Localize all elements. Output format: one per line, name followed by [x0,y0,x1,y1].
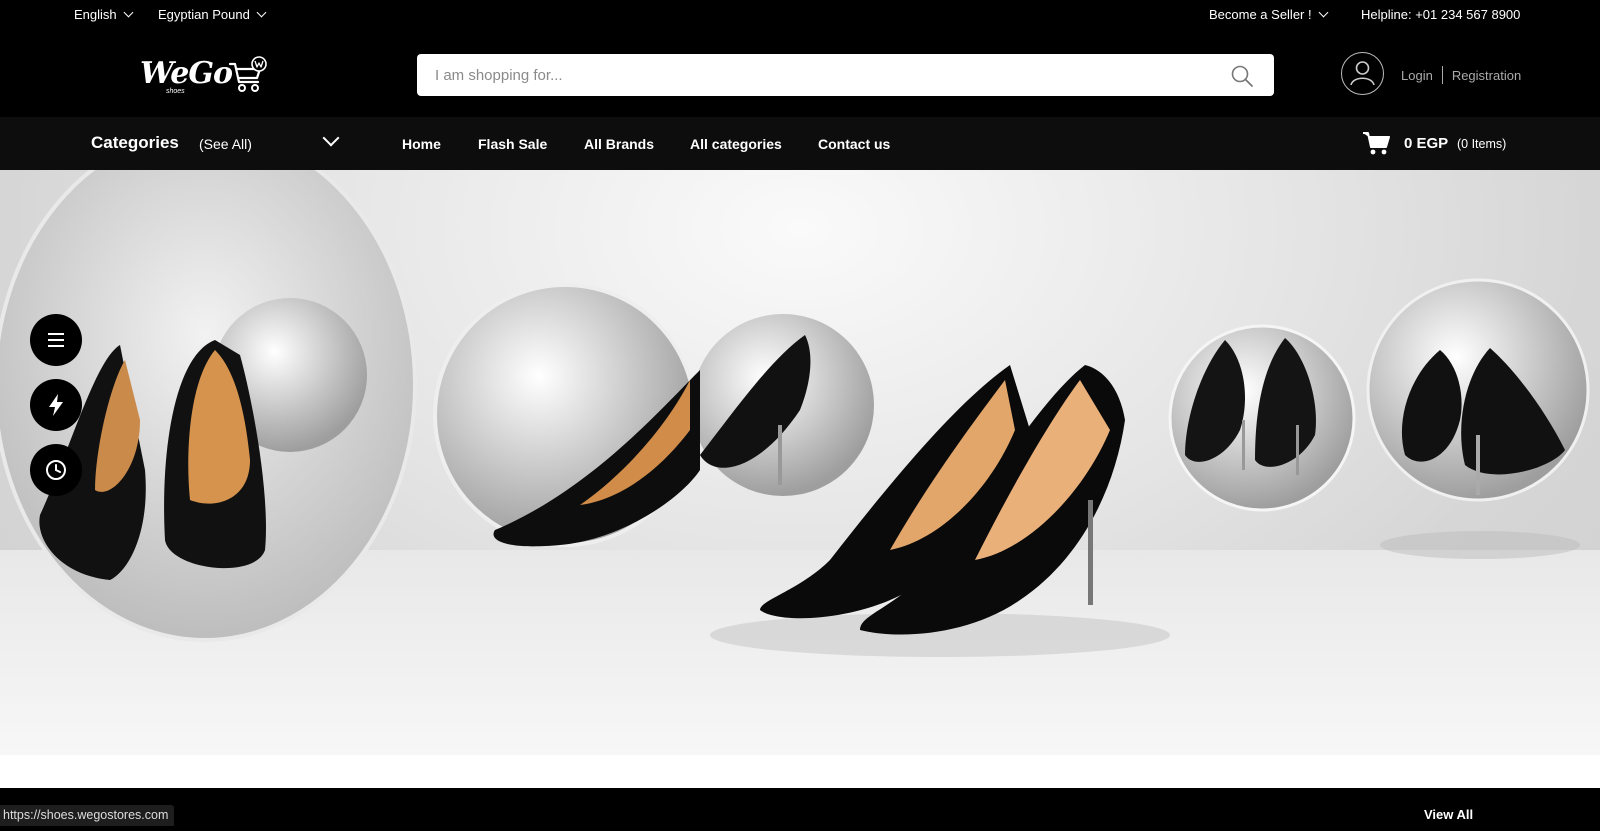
currency-selector[interactable]: Egyptian Pound [158,7,267,22]
auth-links: Login Registration [1401,66,1521,84]
menu-icon [48,333,64,347]
divider [1441,66,1443,84]
section-header: View All [0,788,1600,831]
nav-link-contact-us[interactable]: Contact us [818,136,890,152]
clock-icon [46,460,66,480]
hero-banner[interactable] [0,170,1600,755]
site-logo[interactable]: WeGo shoes [140,50,270,100]
nav-link-flash-sale[interactable]: Flash Sale [478,136,547,152]
nav-link-home[interactable]: Home [402,136,441,152]
user-icon[interactable] [1341,52,1384,95]
categories-chevron-icon[interactable] [322,129,340,147]
categories-title[interactable]: Categories [91,133,179,153]
logo-text: WeGo [140,56,233,91]
currency-label: Egyptian Pound [158,7,250,22]
logo-subtext: shoes [166,88,185,95]
search-bar [417,54,1274,96]
search-icon[interactable] [1230,64,1254,88]
language-label: English [74,7,117,22]
login-link[interactable]: Login [1401,68,1433,83]
become-seller-dropdown[interactable]: Become a Seller ! [1209,7,1329,22]
status-bar-url: https://shoes.wegostores.com [0,805,175,826]
registration-link[interactable]: Registration [1452,68,1521,83]
helpline: Helpline: +01 234 567 8900 [1361,7,1520,22]
nav-link-all-brands[interactable]: All Brands [584,136,654,152]
header: WeGo shoes Login Registration [0,30,1600,117]
chevron-down-icon [1318,7,1329,18]
helpline-text: Helpline: +01 234 567 8900 [1361,7,1521,22]
side-flash-sale-button[interactable] [30,379,82,431]
person-icon [1350,61,1375,86]
see-all-categories-link[interactable]: (See All) [199,136,252,152]
top-bar: English Egyptian Pound Become a Seller !… [0,0,1600,30]
language-selector[interactable]: English [74,7,134,22]
search-input[interactable] [417,54,1217,96]
cart-amount[interactable]: 0 EGP [1404,135,1448,152]
cart-item-count[interactable]: (0 Items) [1457,137,1506,151]
hero-shoes-image [0,170,1590,657]
nav-link-all-categories[interactable]: All categories [690,136,782,152]
flash-icon [49,394,63,416]
side-menu-button[interactable] [30,314,82,366]
chevron-down-icon [256,7,267,18]
side-recent-button[interactable] [30,444,82,496]
cart-icon[interactable] [1362,130,1390,156]
logo-cart-icon [228,56,267,92]
become-seller-label: Become a Seller ! [1209,7,1312,22]
chevron-down-icon [123,7,134,18]
view-all-link[interactable]: View All [1424,807,1473,822]
main-nav: Categories (See All) Home Flash Sale All… [0,117,1600,170]
